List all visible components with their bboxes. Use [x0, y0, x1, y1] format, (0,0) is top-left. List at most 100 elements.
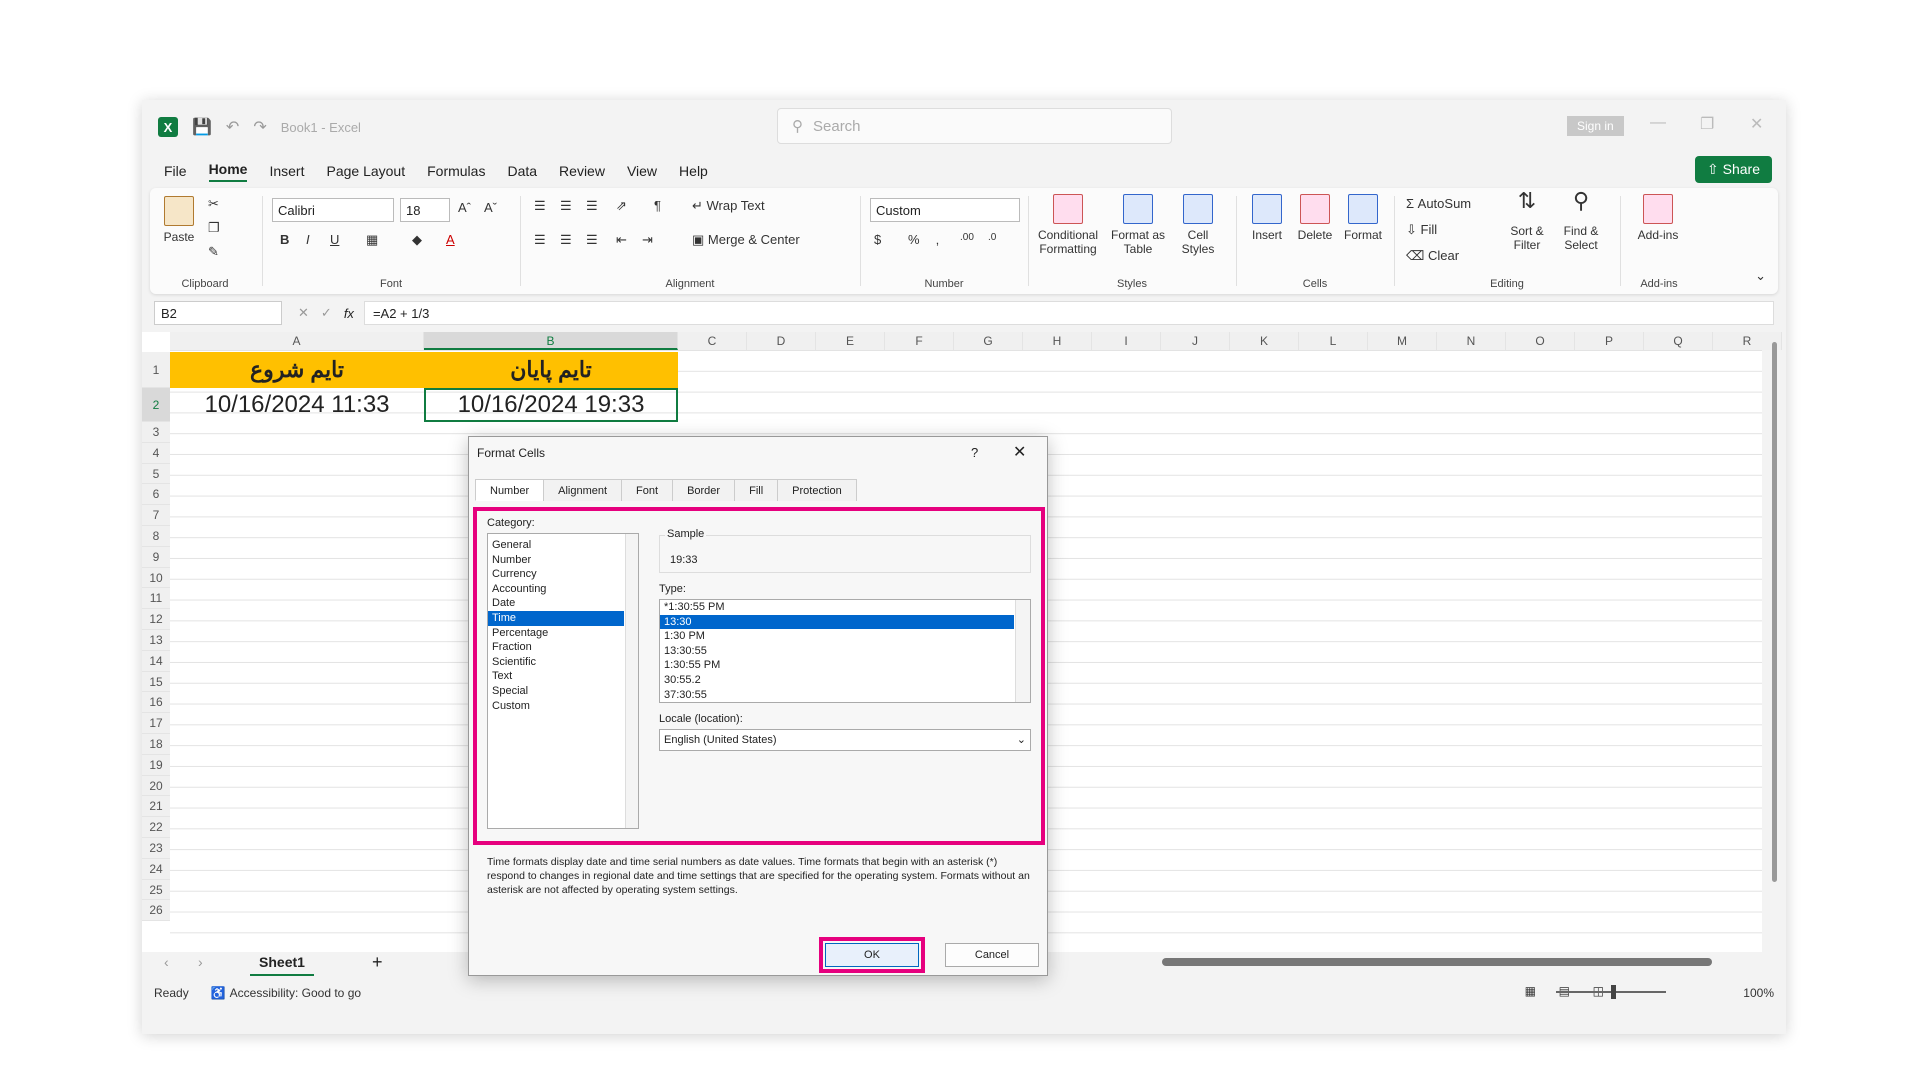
row-header-6[interactable]: 6 — [142, 484, 170, 506]
format-painter-icon[interactable]: ✎ — [208, 244, 219, 260]
increase-decimal-icon[interactable]: .00 — [960, 232, 974, 243]
tab-review[interactable]: Review — [559, 163, 605, 179]
type-item[interactable]: 13:30 — [660, 614, 1014, 630]
category-scientific[interactable]: Scientific — [488, 655, 624, 670]
align-bottom-icon[interactable]: ☰ — [586, 198, 598, 214]
tab-data[interactable]: Data — [507, 163, 537, 179]
cell-b1[interactable]: تایم پایان — [424, 352, 678, 388]
row-header-23[interactable]: 23 — [142, 838, 170, 859]
cancel-icon[interactable]: ✕ — [298, 305, 309, 321]
prev-sheet-icon[interactable]: ‹ — [164, 954, 169, 970]
underline-icon[interactable]: U — [330, 232, 339, 247]
percent-icon[interactable]: % — [908, 232, 920, 247]
close-window-icon[interactable]: ✕ — [1750, 114, 1763, 134]
normal-view-icon[interactable]: ▦ — [1525, 984, 1536, 998]
row-header-17[interactable]: 17 — [142, 713, 170, 734]
column-header-h[interactable]: H — [1023, 332, 1092, 350]
sheet-tab-sheet1[interactable]: Sheet1 — [250, 950, 314, 976]
category-scrollbar[interactable] — [625, 534, 638, 828]
type-scrollbar[interactable] — [1015, 600, 1030, 702]
bold-icon[interactable]: B — [280, 232, 289, 247]
font-size-combo[interactable]: 18 — [400, 198, 450, 222]
dialog-tab-font[interactable]: Font — [621, 479, 674, 501]
locale-select[interactable]: English (United States) ⌄ — [659, 729, 1031, 751]
column-header-b[interactable]: B — [424, 332, 678, 350]
sort-filter-button[interactable]: ⇅ Sort & Filter — [1502, 190, 1552, 253]
paste-button[interactable]: Paste — [158, 196, 200, 244]
vertical-scrollbar[interactable] — [1770, 332, 1778, 932]
row-header-15[interactable]: 15 — [142, 671, 170, 693]
column-header-f[interactable]: F — [885, 332, 954, 350]
cell-a2[interactable]: 10/16/2024 11:33 — [170, 388, 424, 422]
find-select-button[interactable]: ⚲ Find & Select — [1554, 190, 1608, 253]
currency-icon[interactable]: $ — [874, 232, 881, 247]
category-accounting[interactable]: Accounting — [488, 582, 624, 597]
align-middle-icon[interactable]: ☰ — [560, 198, 572, 214]
cancel-button[interactable]: Cancel — [945, 943, 1039, 967]
format-cells-button[interactable]: Format — [1340, 194, 1386, 242]
column-header-d[interactable]: D — [747, 332, 816, 350]
conditional-formatting-button[interactable]: Conditional Formatting — [1032, 194, 1104, 256]
row-header-10[interactable]: 10 — [142, 567, 170, 589]
column-header-q[interactable]: Q — [1644, 332, 1713, 350]
rtl-icon[interactable]: ¶ — [654, 198, 661, 213]
category-text[interactable]: Text — [488, 669, 624, 684]
autosum-button[interactable]: Σ AutoSum — [1406, 196, 1471, 211]
row-header-20[interactable]: 20 — [142, 775, 170, 797]
column-header-k[interactable]: K — [1230, 332, 1299, 350]
column-header-a[interactable]: A — [170, 332, 424, 350]
cell-styles-button[interactable]: Cell Styles — [1170, 194, 1226, 256]
number-format-combo[interactable]: Custom — [870, 198, 1020, 222]
tab-help[interactable]: Help — [679, 163, 708, 179]
format-as-table-button[interactable]: Format as Table — [1108, 194, 1168, 256]
cell-a1[interactable]: تایم شروع — [170, 352, 424, 388]
font-family-combo[interactable]: Calibri — [272, 198, 394, 222]
category-list[interactable]: General Number Currency Accounting Date Time P… — [487, 533, 639, 829]
align-top-icon[interactable]: ☰ — [534, 198, 546, 214]
fill-color-icon[interactable]: ◆ — [412, 232, 422, 248]
function-icon[interactable]: fx — [344, 306, 354, 321]
row-header-19[interactable]: 19 — [142, 754, 170, 776]
zoom-level[interactable]: 100% — [1743, 986, 1774, 1000]
merge-center-button[interactable]: ▣ Merge & Center — [692, 232, 800, 248]
redo-icon[interactable]: ↷ — [253, 117, 266, 137]
row-header-14[interactable]: 14 — [142, 650, 170, 672]
cut-icon[interactable]: ✂ — [208, 196, 219, 212]
row-header-8[interactable]: 8 — [142, 526, 170, 547]
column-header-e[interactable]: E — [816, 332, 885, 350]
row-header-1[interactable]: 1 — [142, 352, 170, 388]
column-header-i[interactable]: I — [1092, 332, 1161, 350]
row-header-16[interactable]: 16 — [142, 692, 170, 714]
category-percentage[interactable]: Percentage — [488, 626, 624, 641]
type-item[interactable]: *1:30:55 PM — [660, 600, 1014, 615]
clear-button[interactable]: ⌫ Clear — [1406, 248, 1459, 264]
type-item[interactable]: 37:30:55 — [660, 688, 1014, 703]
dialog-tab-border[interactable]: Border — [672, 479, 736, 501]
align-right-icon[interactable]: ☰ — [586, 232, 598, 248]
maximize-icon[interactable]: ❐ — [1700, 114, 1714, 134]
decrease-indent-icon[interactable]: ⇤ — [616, 232, 627, 248]
row-header-22[interactable]: 22 — [142, 817, 170, 838]
ok-button[interactable]: OK — [825, 943, 919, 967]
row-header-21[interactable]: 21 — [142, 796, 170, 818]
undo-icon[interactable]: ↶ — [226, 117, 239, 137]
row-header-26[interactable]: 26 — [142, 900, 170, 922]
help-icon[interactable]: ? — [971, 445, 978, 460]
type-item[interactable]: 13:30:55 — [660, 644, 1014, 659]
category-time[interactable]: Time — [488, 610, 624, 626]
type-item[interactable]: 30:55.2 — [660, 673, 1014, 688]
dialog-tab-protection[interactable]: Protection — [777, 479, 857, 501]
column-header-c[interactable]: C — [678, 332, 747, 350]
row-header-12[interactable]: 12 — [142, 609, 170, 630]
row-header-3[interactable]: 3 — [142, 422, 170, 443]
tab-page-layout[interactable]: Page Layout — [326, 163, 405, 179]
delete-cells-button[interactable]: Delete — [1292, 194, 1338, 242]
row-header-2[interactable]: 2 — [142, 388, 170, 422]
enter-icon[interactable]: ✓ — [321, 305, 332, 321]
column-header-j[interactable]: J — [1161, 332, 1230, 350]
borders-icon[interactable]: ▦ — [366, 232, 378, 248]
next-sheet-icon[interactable]: › — [198, 954, 203, 970]
column-header-p[interactable]: P — [1575, 332, 1644, 350]
column-header-g[interactable]: G — [954, 332, 1023, 350]
italic-icon[interactable]: I — [306, 232, 310, 247]
